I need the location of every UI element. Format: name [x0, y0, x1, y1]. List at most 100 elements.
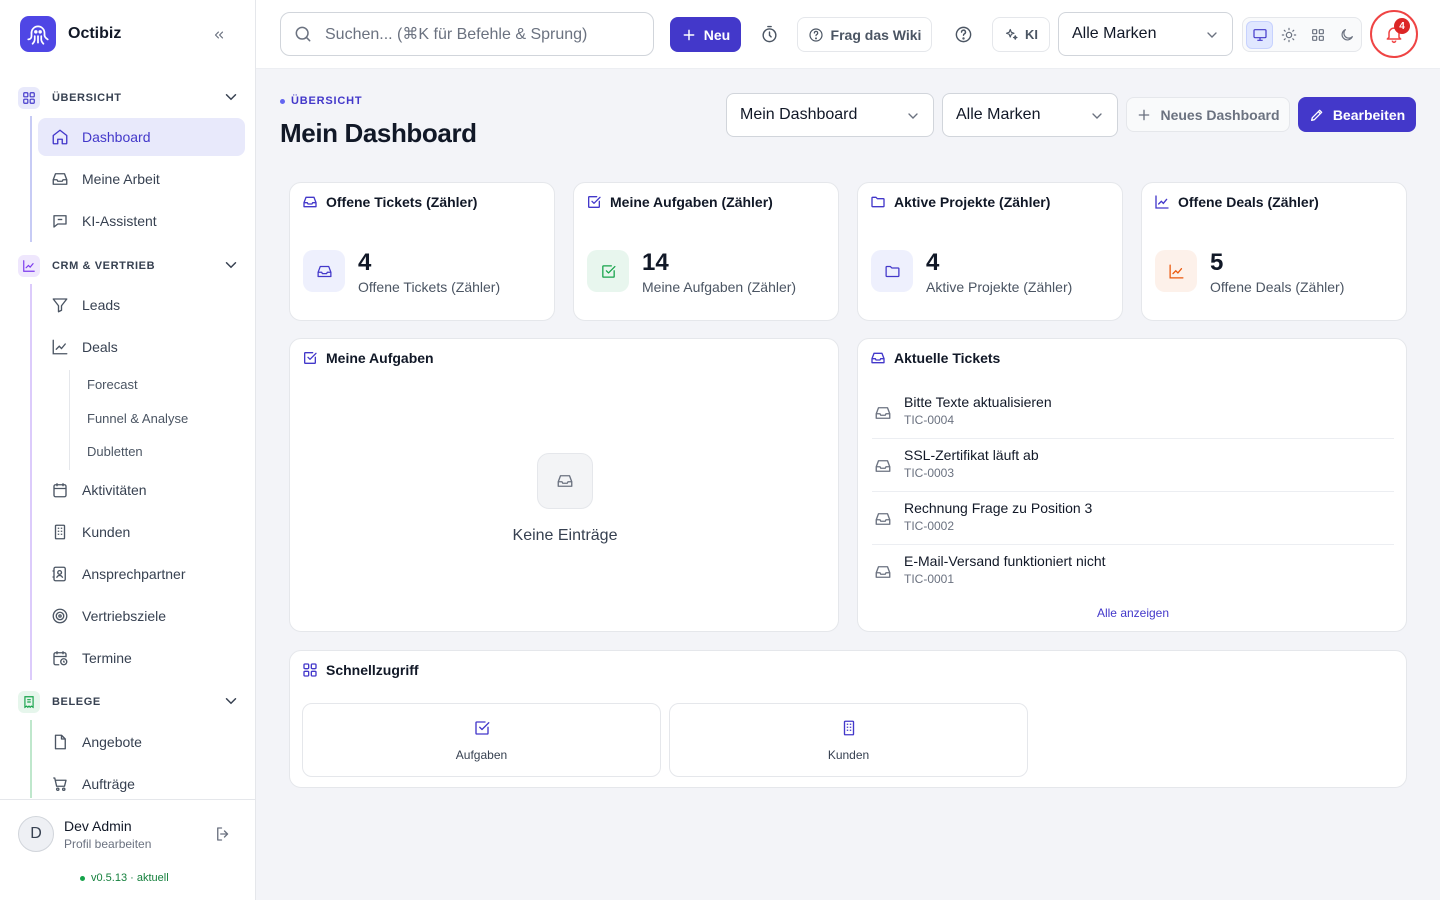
- section-crm[interactable]: CRM & VERTRIEB: [18, 254, 242, 278]
- ticket-row[interactable]: Rechnung Frage zu Position 3 TIC-0002: [872, 492, 1394, 545]
- notifications-button[interactable]: [1370, 10, 1418, 58]
- layout-grid-icon[interactable]: [1305, 21, 1332, 49]
- new-dashboard-label: Neues Dashboard: [1160, 106, 1280, 123]
- ticket-title: Rechnung Frage zu Position 3: [904, 500, 1093, 516]
- new-button[interactable]: Neu: [670, 17, 741, 52]
- profile-link[interactable]: Profil bearbeiten: [64, 837, 151, 851]
- sidebar: Octibiz ÜBERSICHT Dashboard Meine Arbeit…: [0, 0, 256, 900]
- sidebar-item-label: Deals: [82, 339, 118, 355]
- stat-card-deals[interactable]: Offene Deals (Zähler) 5 Offene Deals (Zä…: [1141, 182, 1407, 321]
- search-input[interactable]: Suchen... (⌘K für Befehle & Sprung): [280, 12, 654, 56]
- sidebar-item-ki-assistent[interactable]: KI-Assistent: [38, 202, 245, 240]
- sidebar-item-termine[interactable]: Termine: [38, 639, 245, 677]
- sidebar-nav: ÜBERSICHT Dashboard Meine Arbeit KI-Assi…: [0, 80, 256, 798]
- sidebar-item-label: Aktivitäten: [82, 482, 147, 498]
- stat-card-projects[interactable]: Aktive Projekte (Zähler) 4 Aktive Projek…: [857, 182, 1123, 321]
- sidebar-item-aktivitaeten[interactable]: Aktivitäten: [38, 471, 245, 509]
- section-label: BELEGE: [52, 696, 101, 708]
- folder-icon: [871, 250, 913, 292]
- inbox-icon: [871, 352, 885, 364]
- collapse-sidebar-icon[interactable]: [208, 24, 230, 46]
- sidebar-item-dashboard[interactable]: Dashboard: [38, 118, 245, 156]
- ticket-row[interactable]: Bitte Texte aktualisieren TIC-0004: [872, 386, 1394, 439]
- ticket-row[interactable]: SSL-Zertifikat läuft ab TIC-0003: [872, 439, 1394, 492]
- sidebar-subitem-funnel[interactable]: Funnel & Analyse: [87, 410, 188, 428]
- edit-button[interactable]: Bearbeiten: [1298, 97, 1416, 132]
- sidebar-subitem-forecast[interactable]: Forecast: [87, 376, 138, 394]
- cart-icon: [53, 777, 67, 792]
- card-title-text: Schnellzugriff: [326, 662, 419, 678]
- logout-icon[interactable]: [214, 825, 232, 843]
- brand[interactable]: Octibiz: [20, 16, 121, 52]
- sidebar-item-label: Kunden: [82, 524, 131, 540]
- stat-value: 4: [926, 249, 940, 276]
- avatar[interactable]: D: [18, 816, 54, 852]
- ticket-row[interactable]: E-Mail-Versand funktioniert nicht TIC-00…: [872, 545, 1394, 598]
- sidebar-item-deals[interactable]: Deals: [38, 328, 245, 366]
- help-icon[interactable]: [952, 23, 974, 45]
- notification-badge: 4: [1394, 18, 1410, 34]
- page-title: Mein Dashboard: [280, 118, 477, 148]
- sidebar-item-label: Leads: [82, 297, 121, 313]
- moon-icon[interactable]: [1334, 21, 1361, 49]
- user-area: D Dev Admin Profil bearbeiten v0.5.13 · …: [0, 799, 256, 900]
- checkbox-icon: [587, 250, 629, 292]
- search-icon: [295, 26, 311, 42]
- quick-access-label: Kunden: [827, 748, 870, 762]
- inbox-icon: [875, 566, 891, 578]
- card-title-text: Aktive Projekte (Zähler): [894, 194, 1051, 210]
- calendar-clock-icon: [53, 651, 68, 666]
- card-title-text: Offene Deals (Zähler): [1178, 194, 1319, 210]
- inbox-icon: [875, 513, 891, 525]
- section-uebersicht[interactable]: ÜBERSICHT: [18, 86, 242, 110]
- section-belege[interactable]: BELEGE: [18, 690, 242, 714]
- wiki-button[interactable]: Frag das Wiki: [797, 17, 932, 52]
- sidebar-item-label: Angebote: [82, 734, 142, 750]
- card-title: Aktuelle Tickets: [870, 350, 1000, 366]
- chevron-down-icon: [1204, 27, 1220, 43]
- timer-icon[interactable]: [758, 23, 780, 45]
- card-title-text: Offene Tickets (Zähler): [326, 194, 478, 210]
- sidebar-item-auftraege[interactable]: Aufträge: [38, 765, 245, 798]
- monitor-icon[interactable]: [1246, 20, 1274, 49]
- ki-button[interactable]: KI: [992, 17, 1050, 52]
- checkbox-icon: [304, 352, 317, 364]
- sidebar-item-vertriebsziele[interactable]: Vertriebsziele: [38, 597, 245, 635]
- brand-select[interactable]: Alle Marken: [1058, 12, 1233, 56]
- eyebrow-dot: [280, 98, 285, 104]
- dashboard-select[interactable]: Mein Dashboard: [726, 93, 934, 137]
- sidebar-item-ansprechpartner[interactable]: Ansprechpartner: [38, 555, 245, 593]
- quick-access-kunden[interactable]: Kunden: [669, 703, 1028, 777]
- dashboard-select-value: Mein Dashboard: [740, 106, 858, 123]
- status-dot: [80, 875, 85, 881]
- folder-icon: [871, 196, 885, 208]
- edit-button-label: Bearbeiten: [1332, 106, 1406, 123]
- stat-card-tasks[interactable]: Meine Aufgaben (Zähler) 14 Meine Aufgabe…: [573, 182, 839, 321]
- inbox-icon: [303, 250, 345, 292]
- stat-card-tickets[interactable]: Offene Tickets (Zähler) 4 Offene Tickets…: [289, 182, 555, 321]
- home-icon: [52, 129, 68, 145]
- receipt-icon: [18, 691, 40, 713]
- section-line: [30, 720, 32, 798]
- quick-access-aufgaben[interactable]: Aufgaben: [302, 703, 661, 777]
- inbox-icon: [303, 196, 317, 208]
- sidebar-item-meine-arbeit[interactable]: Meine Arbeit: [38, 160, 245, 198]
- sun-icon[interactable]: [1275, 21, 1302, 49]
- card-title-text: Meine Aufgaben: [326, 350, 434, 366]
- section-label: ÜBERSICHT: [52, 92, 122, 104]
- show-all-link[interactable]: Alle anzeigen: [858, 606, 1408, 620]
- sidebar-subitem-dubletten[interactable]: Dubletten: [87, 443, 143, 461]
- tickets-widget: Aktuelle Tickets Bitte Texte aktualisier…: [857, 338, 1407, 632]
- wiki-button-label: Frag das Wiki: [830, 26, 922, 43]
- version-info: v0.5.13 · aktuell: [80, 872, 169, 884]
- sidebar-item-label: Dashboard: [82, 129, 151, 145]
- chevron-down-icon: [222, 256, 240, 274]
- new-dashboard-button[interactable]: Neues Dashboard: [1126, 97, 1290, 132]
- contact-card-icon: [52, 566, 66, 582]
- sidebar-item-angebote[interactable]: Angebote: [38, 723, 245, 761]
- brand-filter-select[interactable]: Alle Marken: [942, 93, 1118, 137]
- checkbox-icon: [588, 196, 601, 208]
- sidebar-item-leads[interactable]: Leads: [38, 286, 245, 324]
- sidebar-item-kunden[interactable]: Kunden: [38, 513, 245, 551]
- ticket-id: TIC-0002: [904, 519, 955, 533]
